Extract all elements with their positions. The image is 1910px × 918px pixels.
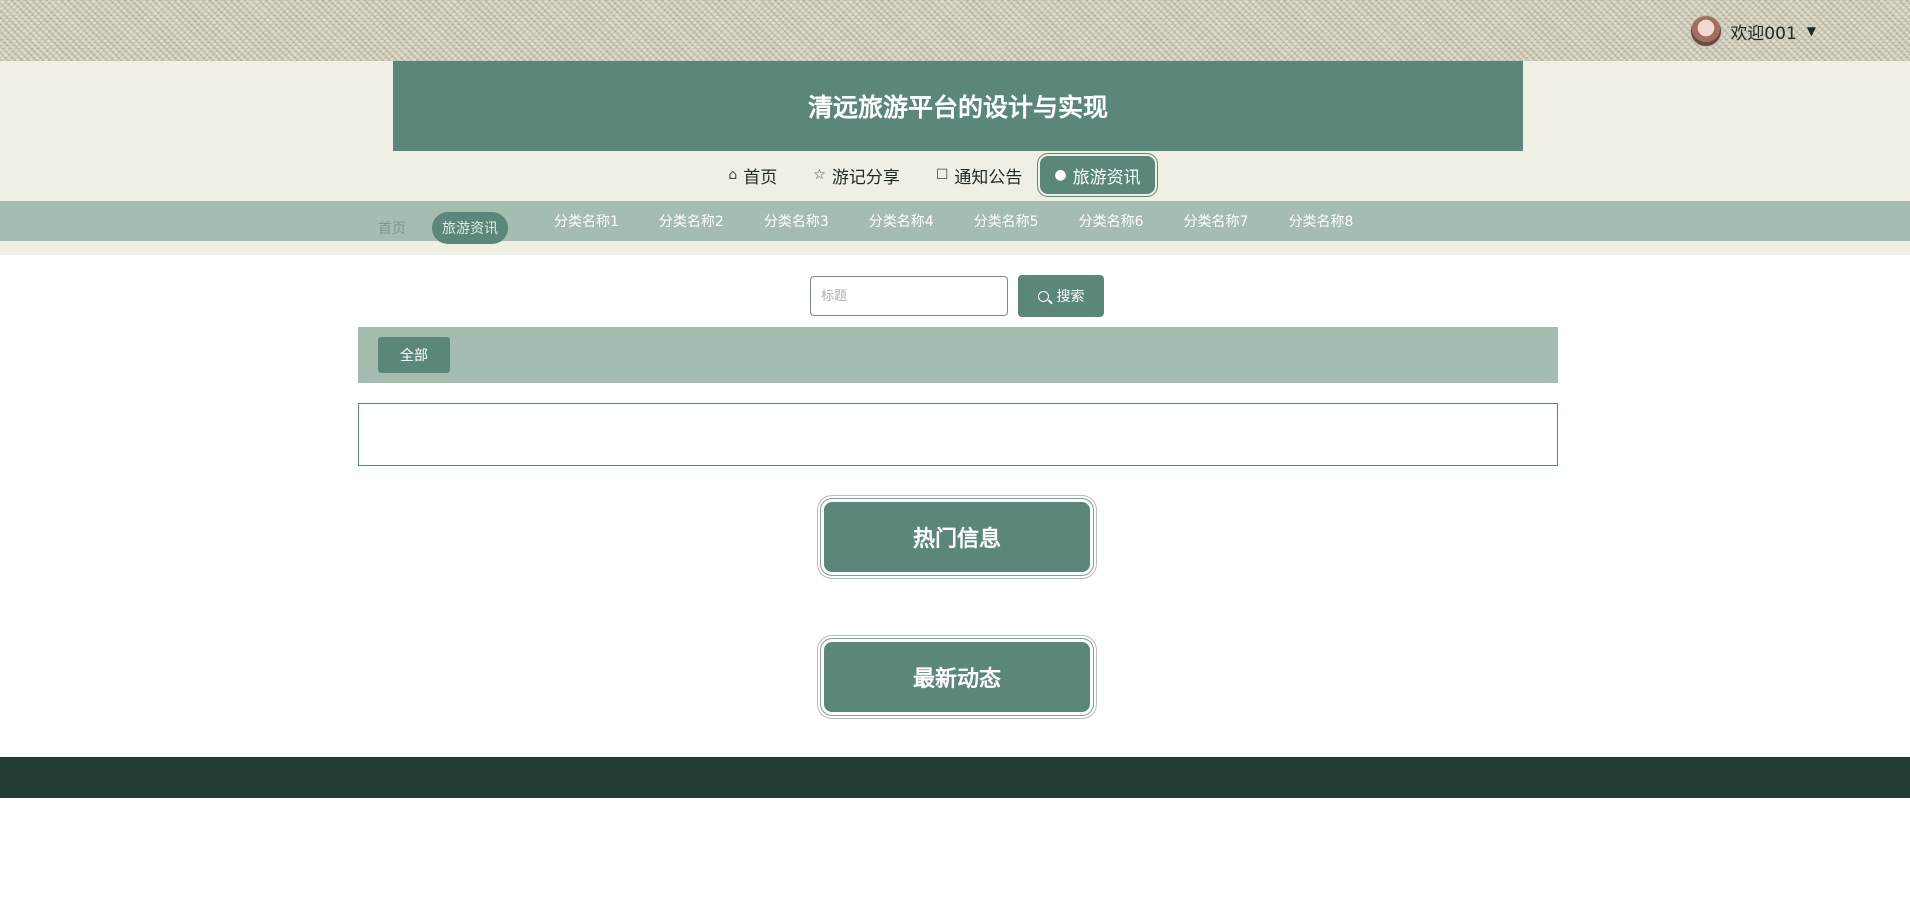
home-icon: ⌂ <box>728 167 738 183</box>
nav-item-travel-news[interactable]: ● 旅游资讯 <box>1040 156 1155 194</box>
category-bar: 首页 旅游资讯 分类名称1 分类名称2 分类名称3 分类名称4 分类名称5 分类… <box>0 201 1910 244</box>
bag-icon: ☐ <box>935 167 949 183</box>
category-1[interactable]: 分类名称1 <box>534 205 639 237</box>
nav-item-travel-notes[interactable]: ☆ 游记分享 <box>795 156 918 194</box>
category-7[interactable]: 分类名称7 <box>1164 205 1269 237</box>
category-3[interactable]: 分类名称3 <box>744 205 849 237</box>
user-menu[interactable]: 欢迎001 ▼ <box>1690 14 1816 48</box>
breadcrumb-home[interactable]: 首页 <box>358 212 426 244</box>
site-title-box: 清远旅游平台的设计与实现 <box>393 61 1523 151</box>
category-6[interactable]: 分类名称6 <box>1059 205 1164 237</box>
search-input[interactable] <box>810 276 1008 316</box>
footer <box>0 757 1910 798</box>
category-4[interactable]: 分类名称4 <box>849 205 954 237</box>
avatar-icon <box>1690 15 1723 47</box>
category-8[interactable]: 分类名称8 <box>1268 205 1373 237</box>
main-nav: ⌂ 首页 ☆ 游记分享 ☐ 通知公告 ● 旅游资讯 <box>0 152 1910 198</box>
site-title: 清远旅游平台的设计与实现 <box>807 93 1108 122</box>
search-button[interactable]: 搜索 <box>1018 275 1104 317</box>
nav-item-notices[interactable]: ☐ 通知公告 <box>918 156 1041 194</box>
nav-item-label: 旅游资讯 <box>1072 167 1141 188</box>
nav-item-label: 通知公告 <box>954 167 1023 188</box>
category-2[interactable]: 分类名称2 <box>639 205 744 237</box>
star-icon: ☆ <box>813 167 826 183</box>
top-bar: 欢迎001 ▼ <box>0 0 1910 61</box>
search-icon <box>1037 290 1049 302</box>
category-5[interactable]: 分类名称5 <box>954 205 1059 237</box>
news-list <box>358 403 1558 466</box>
latest-news-heading: 最新动态 <box>824 642 1090 712</box>
search-button-label: 搜索 <box>1056 289 1085 305</box>
nav-item-label: 首页 <box>743 167 778 188</box>
user-greeting: 欢迎001 <box>1730 23 1797 44</box>
filter-bar: 全部 <box>358 327 1558 383</box>
filter-all-button[interactable]: 全部 <box>378 337 450 373</box>
caret-down-icon: ▼ <box>1806 24 1816 38</box>
info-circle-icon: ● <box>1054 167 1067 183</box>
search-bar: 搜索 <box>810 275 1104 317</box>
nav-item-home[interactable]: ⌂ 首页 <box>710 156 795 194</box>
nav-item-label: 游记分享 <box>831 167 900 188</box>
breadcrumb-current[interactable]: 旅游资讯 <box>432 212 508 244</box>
hot-info-heading: 热门信息 <box>824 502 1090 572</box>
